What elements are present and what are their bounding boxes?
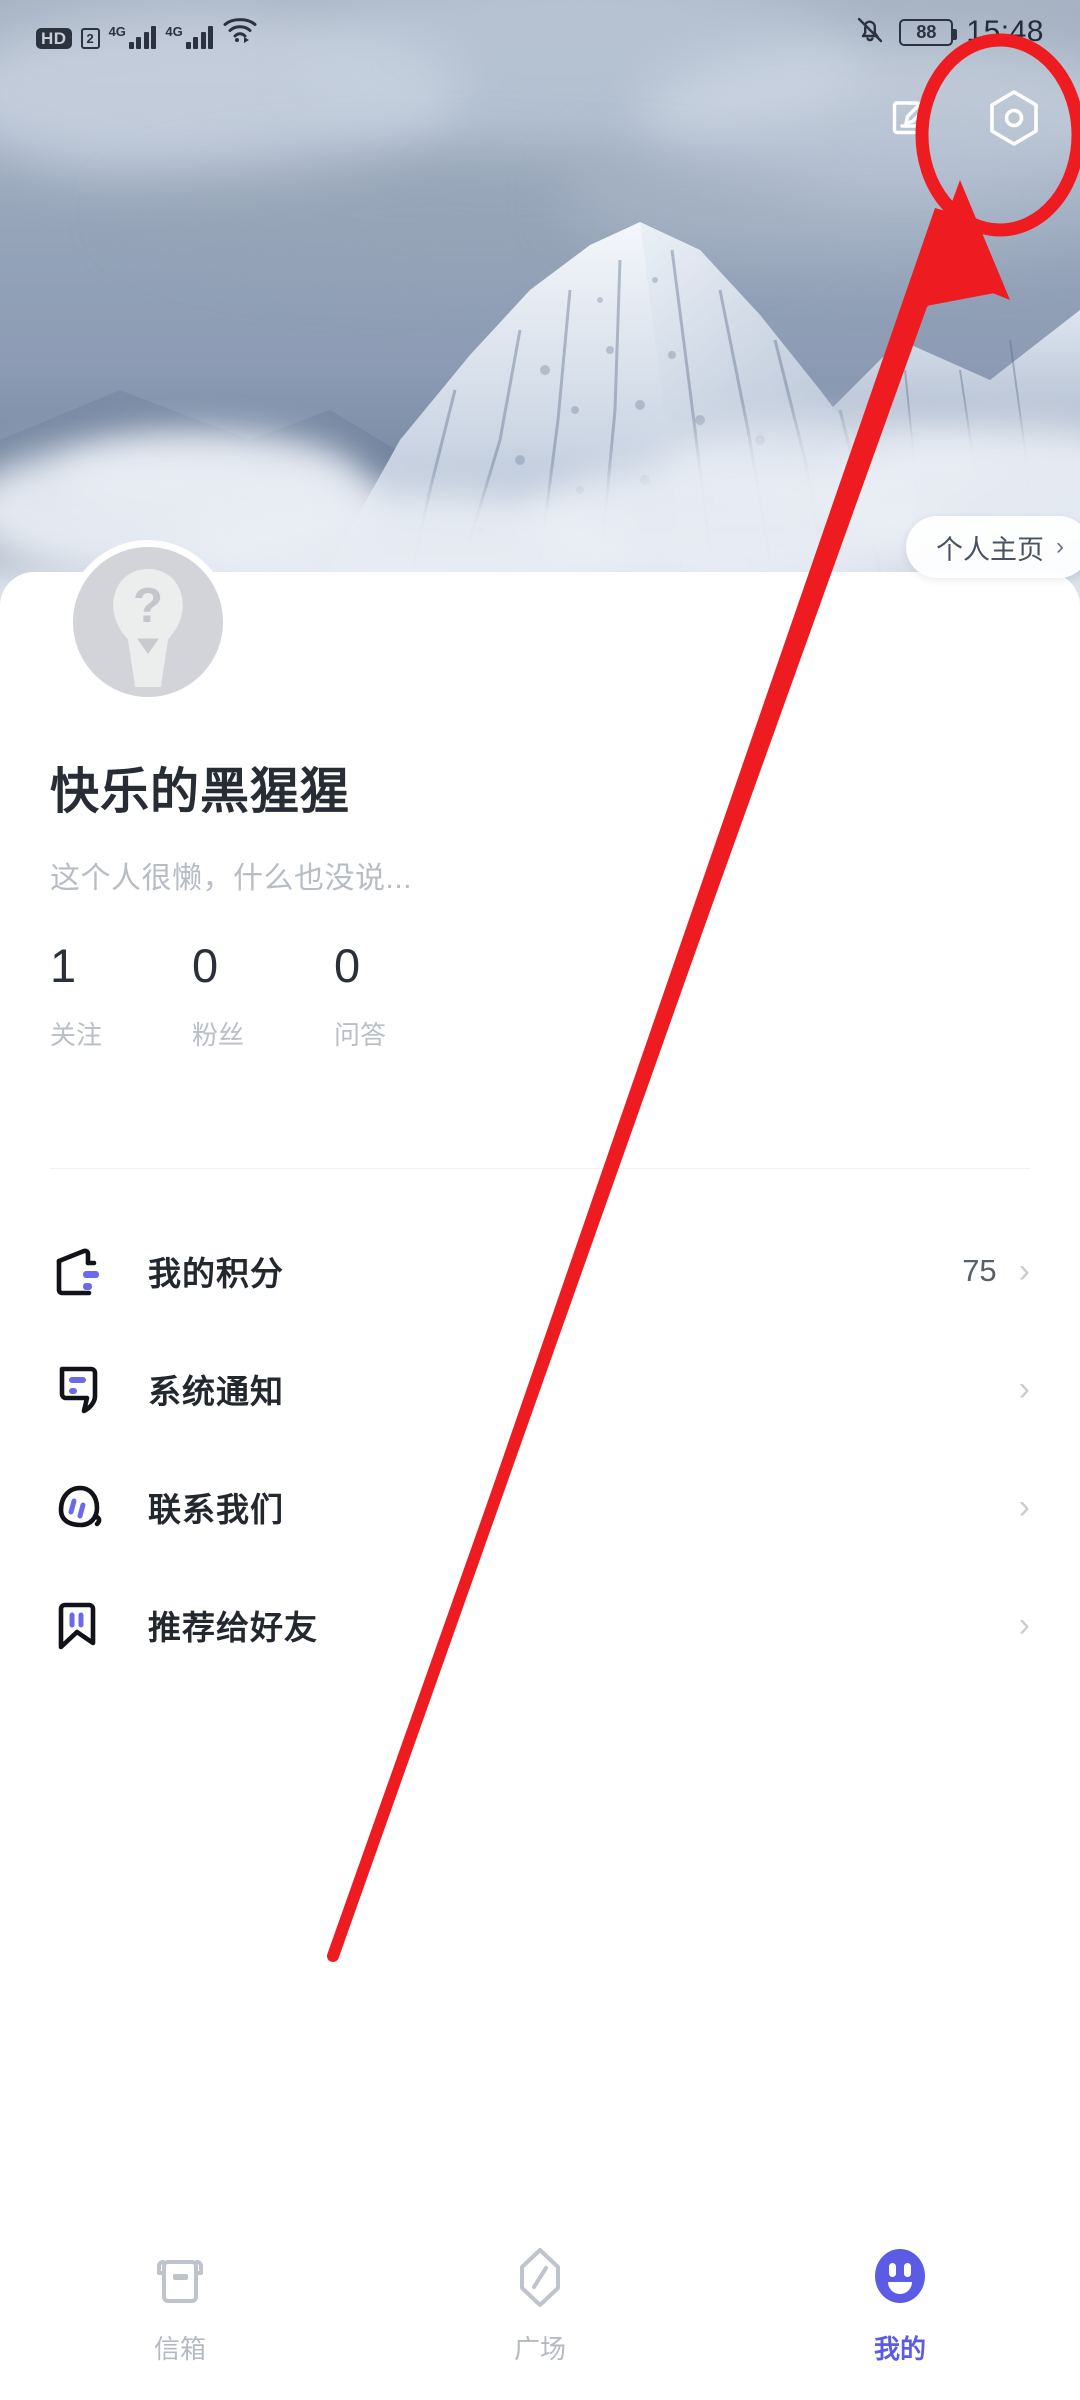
signal-bars-icon: [185, 25, 214, 49]
stat-followers[interactable]: 0 粉丝: [192, 942, 334, 1052]
status-bar: HD 2 4G 4G 88 15:48: [0, 0, 1080, 64]
signal-bars-icon: [128, 25, 157, 49]
signal-indicator-2: 4G: [165, 24, 214, 49]
menu-item-contact-us[interactable]: 联系我们 ›: [0, 1448, 1080, 1566]
smiley-face-icon: [871, 2244, 929, 2315]
compose-edit-icon[interactable]: [880, 88, 940, 148]
hexagon-settings-icon[interactable]: [984, 88, 1044, 148]
plaza-hexagon-icon: [511, 2244, 569, 2315]
hero-action-bar: [880, 88, 1044, 148]
section-divider: [50, 1168, 1030, 1169]
battery-level-text: 88: [916, 22, 937, 42]
nav-tab-label: 我的: [873, 2334, 926, 2364]
svg-text:?: ?: [133, 578, 163, 633]
network-type-label: 4G: [165, 24, 183, 39]
hd-badge: HD: [36, 28, 72, 49]
menu-item-recommend-to-friends[interactable]: 推荐给好友 ›: [0, 1566, 1080, 1684]
stat-label: 粉丝: [192, 1020, 245, 1050]
stat-label: 问答: [334, 1020, 387, 1050]
nav-tab-plaza[interactable]: 广场: [360, 2244, 720, 2366]
status-bar-left: HD 2 4G 4G: [36, 15, 258, 49]
headset-support-icon: [50, 1479, 130, 1535]
bell-muted-icon: [854, 14, 886, 51]
chevron-right-icon: ›: [1018, 1252, 1030, 1290]
menu-item-label: 系统通知: [148, 1373, 284, 1410]
status-bar-right: 88 15:48: [854, 14, 1044, 51]
settings-menu-list: 我的积分 75 › 系统通知 › 联系我们 › 推荐给好友 ›: [0, 1212, 1080, 1684]
clock: 15:48: [966, 15, 1044, 48]
mailbox-icon: [151, 2244, 209, 2315]
stat-value: 1: [50, 939, 77, 992]
speech-bubble-icon: [50, 1360, 130, 1418]
nav-tab-mailbox[interactable]: 信箱: [0, 2244, 360, 2366]
personal-homepage-button[interactable]: 个人主页 ›: [906, 516, 1080, 578]
network-type-label: 4G: [108, 24, 126, 39]
profile-identity: 快乐的黑猩猩 这个人很懒，什么也没说...: [50, 752, 1040, 897]
menu-item-label: 我的积分: [148, 1255, 284, 1292]
menu-item-value: 75: [962, 1253, 997, 1288]
bottom-navigation-bar: 信箱 广场 我的: [0, 2224, 1080, 2400]
menu-item-label: 推荐给好友: [148, 1609, 318, 1646]
chevron-right-icon: ›: [1056, 533, 1064, 560]
wallet-points-icon: [50, 1242, 130, 1300]
stat-value: 0: [192, 939, 219, 992]
chevron-right-icon: ›: [1018, 1606, 1030, 1644]
menu-item-my-points[interactable]: 我的积分 75 ›: [0, 1212, 1080, 1330]
personal-homepage-label: 个人主页: [936, 534, 1044, 565]
stat-label: 关注: [50, 1020, 103, 1050]
nav-tab-label: 信箱: [153, 2334, 206, 2364]
menu-item-system-notification[interactable]: 系统通知 ›: [0, 1330, 1080, 1448]
avatar[interactable]: ?: [66, 540, 230, 704]
menu-item-label: 联系我们: [148, 1491, 284, 1528]
profile-card: 快乐的黑猩猩 这个人很懒，什么也没说... 1 关注 0 粉丝 0 问答 我的积…: [0, 572, 1080, 2400]
user-bio: 这个人很懒，什么也没说...: [50, 862, 413, 895]
stat-following[interactable]: 1 关注: [50, 942, 192, 1052]
bookmark-share-icon: [50, 1596, 130, 1654]
chevron-right-icon: ›: [1018, 1488, 1030, 1526]
phone-screen: HD 2 4G 4G 88 15:48 个人主页 › ? 快乐的黑猩猩 这个人很…: [0, 0, 1080, 2400]
profile-stats: 1 关注 0 粉丝 0 问答: [50, 942, 476, 1052]
battery-indicator: 88: [899, 18, 958, 46]
anonymous-user-avatar: ?: [73, 547, 223, 697]
wifi-icon: [222, 15, 258, 48]
nav-tab-mine[interactable]: 我的: [720, 2244, 1080, 2366]
signal-indicator-1: 4G: [109, 25, 157, 49]
sim-slot-badge: 2: [80, 28, 100, 49]
nav-tab-label: 广场: [513, 2334, 566, 2364]
user-name: 快乐的黑猩猩: [50, 765, 351, 819]
stat-qa[interactable]: 0 问答: [334, 942, 476, 1052]
chevron-right-icon: ›: [1018, 1370, 1030, 1408]
stat-value: 0: [334, 939, 361, 992]
